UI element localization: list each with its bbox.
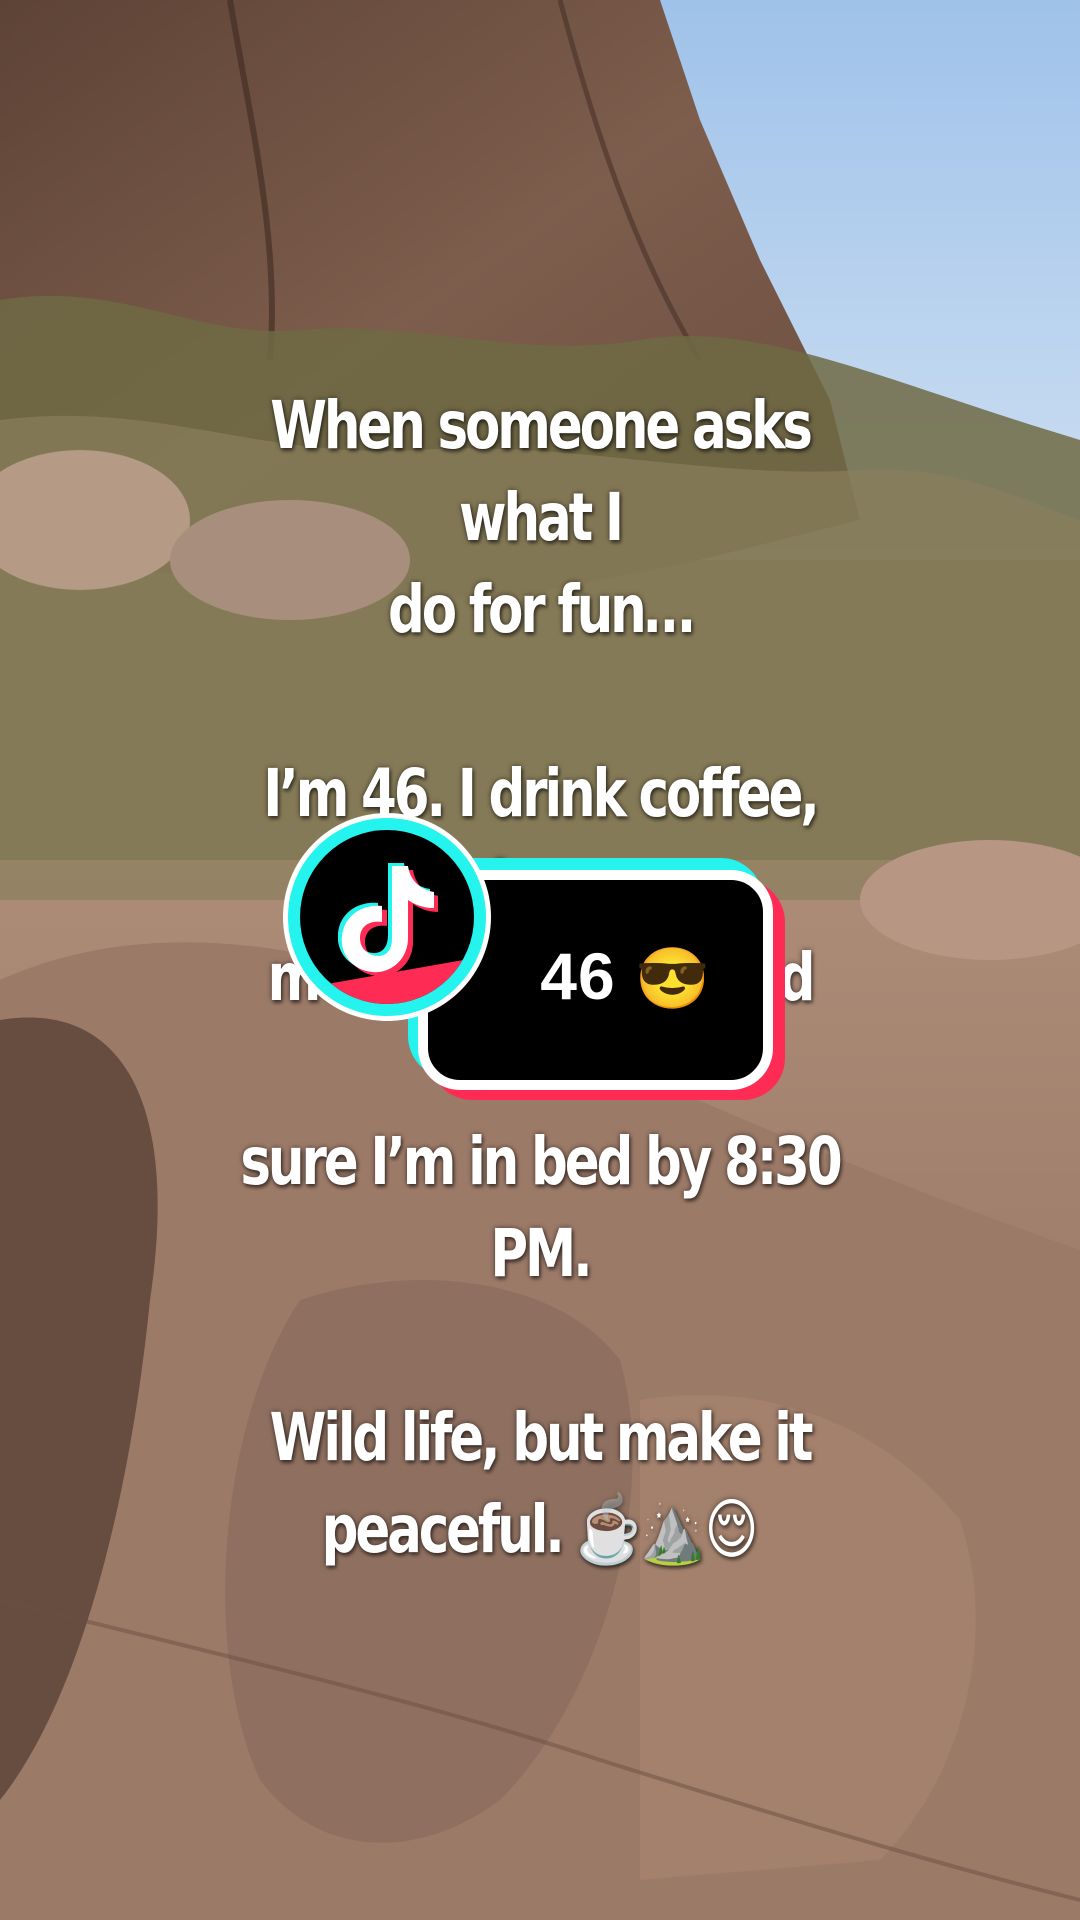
caption-line: Wild life, but make it [269, 1399, 814, 1476]
sunglasses-emoji: 😎 [635, 945, 711, 1012]
caption-line: sure I’m in bed by 8:30 PM. [240, 1123, 842, 1292]
caption-text: peaceful. [321, 1491, 565, 1568]
tiktok-logo-icon [288, 818, 486, 1016]
badge-value: 46 [540, 939, 616, 1013]
caption-line: do for fun… [387, 571, 695, 648]
caption-line: peaceful. ☕️⛰️😌 [236, 1484, 844, 1576]
caption-emoji: ☕️⛰️😌 [576, 1491, 759, 1568]
caption-line: When someone asks what I [270, 387, 813, 556]
tiktok-age-badge: 46 😎 [288, 818, 788, 1098]
